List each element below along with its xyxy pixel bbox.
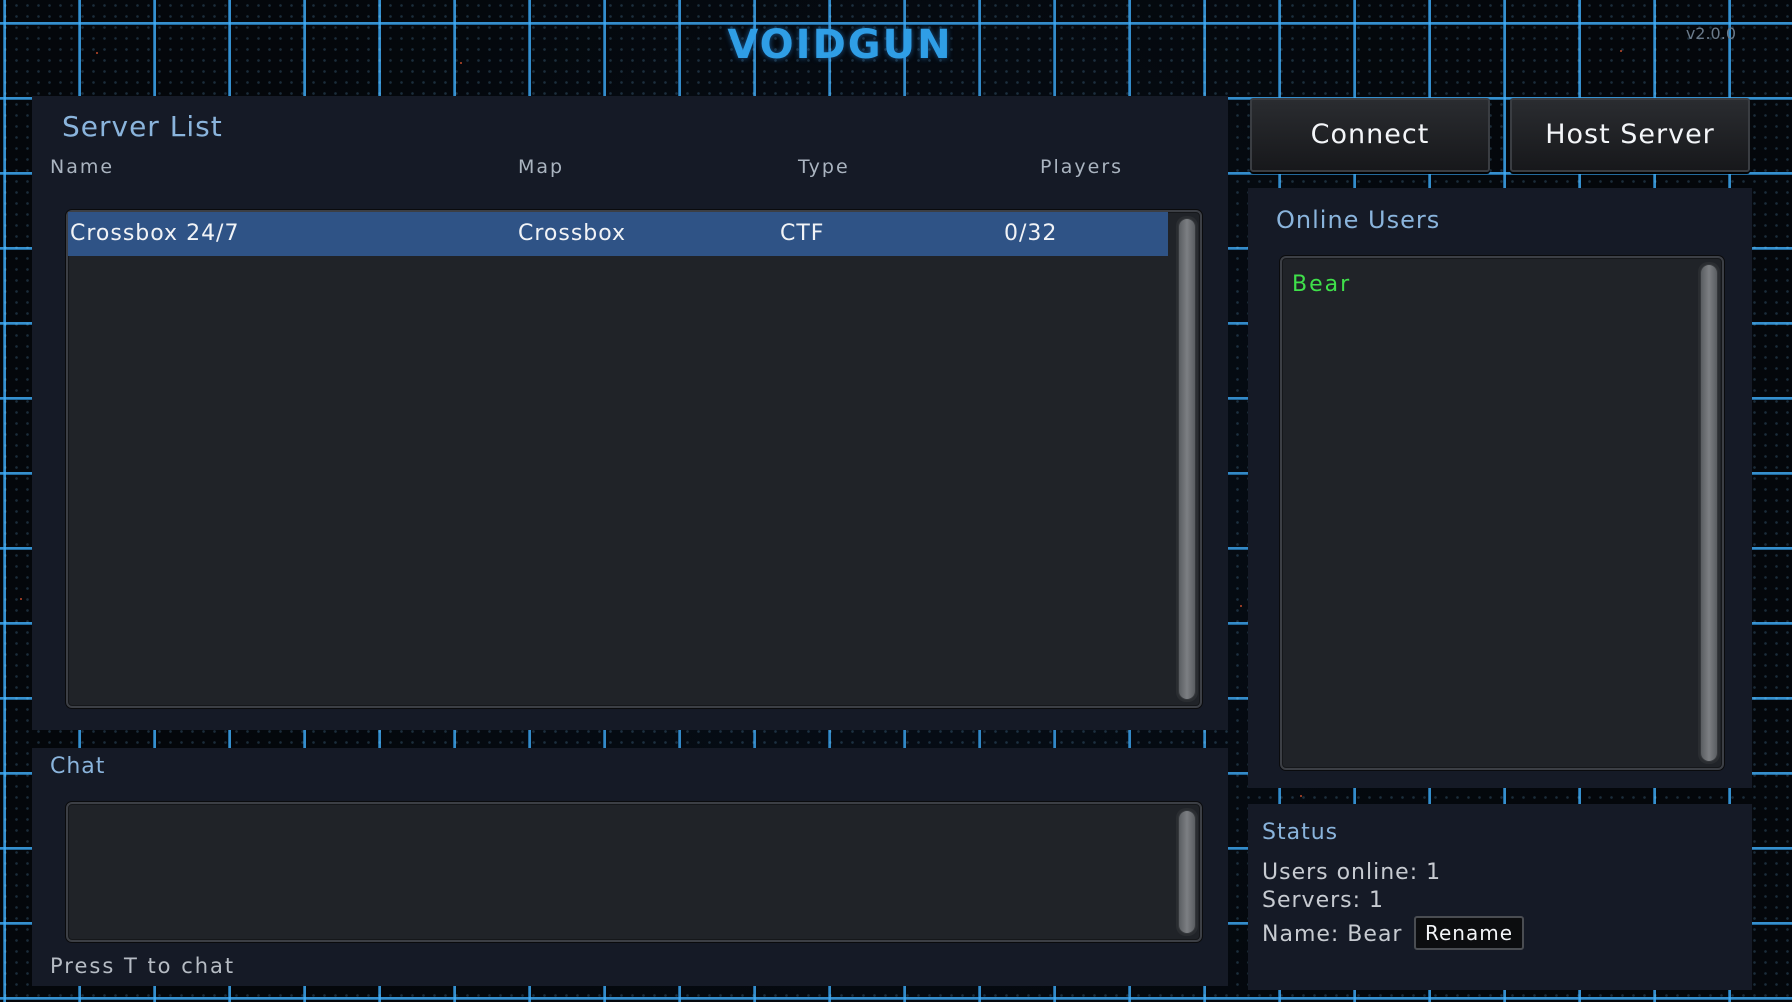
status-title: Status xyxy=(1262,820,1339,845)
chat-scrollbar[interactable] xyxy=(1176,808,1198,936)
background-star xyxy=(1300,795,1302,797)
server-type-cell: CTF xyxy=(780,221,825,246)
main-menu-screen: VOIDGUN v2.0.0 Server List Name Map Type… xyxy=(0,0,1792,1002)
users-scroll-thumb[interactable] xyxy=(1700,264,1718,762)
host-server-button[interactable]: Host Server xyxy=(1510,98,1750,172)
server-players-cell: 0/32 xyxy=(1004,221,1058,246)
users-scrollbar[interactable] xyxy=(1698,262,1720,764)
users-online-count: Users online: 1 xyxy=(1262,860,1442,885)
chat-log-box[interactable] xyxy=(66,802,1202,942)
column-header-map[interactable]: Map xyxy=(518,156,564,178)
column-header-players[interactable]: Players xyxy=(1040,156,1123,178)
rename-button[interactable]: Rename xyxy=(1414,916,1524,950)
server-list-box[interactable]: Crossbox 24/7 Crossbox CTF 0/32 xyxy=(66,210,1202,708)
servers-count: Servers: 1 xyxy=(1262,888,1385,913)
table-row[interactable]: Crossbox 24/7 Crossbox CTF 0/32 xyxy=(68,212,1168,256)
server-list-scroll-thumb[interactable] xyxy=(1178,218,1196,700)
version-label: v2.0.0 xyxy=(1685,24,1736,43)
list-item[interactable]: Bear xyxy=(1292,272,1351,297)
game-title: VOIDGUN xyxy=(727,22,953,68)
server-list-title: Server List xyxy=(62,110,223,143)
column-header-name[interactable]: Name xyxy=(50,156,114,178)
column-header-type[interactable]: Type xyxy=(798,156,850,178)
server-list-scrollbar[interactable] xyxy=(1176,216,1198,702)
player-name: Name: Bear xyxy=(1262,922,1403,947)
background-star xyxy=(1240,605,1242,607)
online-users-box[interactable]: Bear xyxy=(1280,256,1724,770)
background-star xyxy=(20,598,22,600)
chat-title: Chat xyxy=(50,754,106,779)
server-map-cell: Crossbox xyxy=(518,221,627,246)
connect-button[interactable]: Connect xyxy=(1250,98,1490,172)
chat-hint: Press T to chat xyxy=(50,954,236,978)
chat-scroll-thumb[interactable] xyxy=(1178,810,1196,934)
server-name-cell: Crossbox 24/7 xyxy=(70,221,240,246)
online-users-title: Online Users xyxy=(1276,206,1441,234)
